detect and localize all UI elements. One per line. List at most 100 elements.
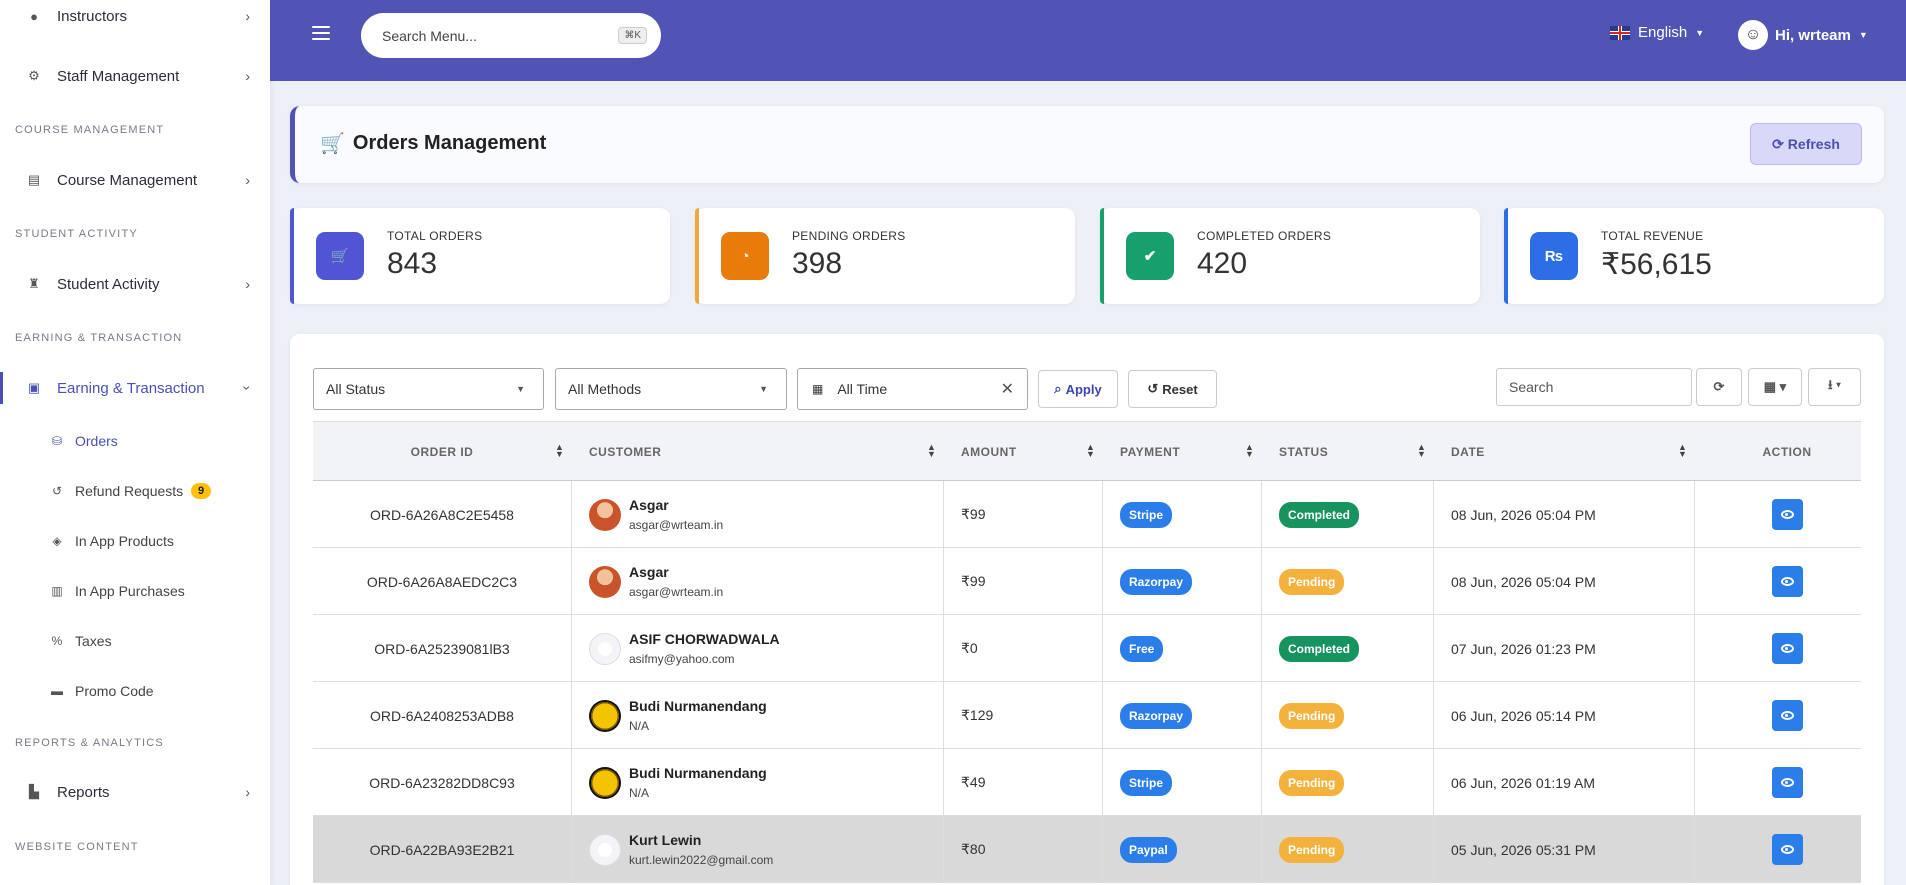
table-refresh-button[interactable]: ⟳ [1696, 368, 1742, 406]
sidebar-subitem-orders[interactable]: ⛁ Orders [0, 423, 270, 459]
sidebar-subitem-in-app-purchases[interactable]: ▥ In App Purchases [0, 573, 270, 609]
sidebar-subitem-label: Taxes [75, 633, 112, 649]
col-order-id[interactable]: ORDER ID [313, 422, 571, 482]
sidebar: ● Instructors › ⚙ Staff Management › COU… [0, 0, 270, 885]
box-icon: ◈ [52, 534, 62, 548]
sort-icon: ▲ ▼ [1245, 442, 1254, 459]
view-button[interactable] [1771, 633, 1803, 664]
caret-down-icon: ▼ [516, 384, 525, 394]
col-date[interactable]: DATE [1451, 422, 1485, 482]
action-cell [1713, 816, 1861, 883]
view-button[interactable] [1771, 700, 1803, 731]
hamburger-menu-icon[interactable] [312, 26, 330, 40]
action-cell [1713, 548, 1861, 615]
sidebar-subitem-label: In App Purchases [75, 583, 185, 599]
calendar-icon: ▦ [812, 382, 824, 396]
customer-cell: Asgar asgar@wrteam.in [589, 481, 929, 548]
table-row[interactable]: ORD-6A26A8C2E5458 Asgar asgar@wrteam.in ₹99… [313, 481, 1861, 548]
view-button[interactable] [1771, 566, 1803, 597]
page-title: Orders Management [352, 132, 547, 154]
status-cell: Completed [1279, 481, 1360, 548]
col-status[interactable]: STATUS [1279, 422, 1328, 482]
payment-cell: Paypal [1120, 816, 1177, 883]
order-id: ORD-6A26A8AEDC2C3 [366, 573, 518, 590]
apply-button[interactable]: ⌕ Apply [1038, 370, 1118, 408]
customer-cell: ASIF CHORWADWALA asifmy@yahoo.com [589, 615, 929, 682]
sidebar-item-reports[interactable]: ▙ Reports › [0, 772, 270, 812]
stat-label: PENDING ORDERS [792, 229, 906, 243]
export-button[interactable]: ⭳ ▾ [1808, 368, 1861, 406]
method-filter-value: All Methods [568, 381, 642, 397]
amount: ₹129 [961, 707, 994, 723]
sidebar-item-label: Staff Management [57, 67, 180, 85]
sidebar-item-course-management[interactable]: ▤ Course Management › [0, 160, 270, 200]
stat-label: TOTAL REVENUE [1601, 229, 1704, 243]
search-menu-input[interactable]: Search Menu... ⌘K [361, 13, 661, 58]
avatar: ☺ [1738, 20, 1768, 50]
avatar [589, 565, 621, 598]
view-button[interactable] [1771, 499, 1803, 530]
view-button[interactable] [1771, 834, 1803, 865]
order-date: 08 Jun, 2026 05:04 PM [1451, 573, 1596, 590]
col-amount[interactable]: AMOUNT [961, 422, 1017, 482]
status-badge: Pending [1279, 702, 1345, 729]
clear-icon[interactable]: ✕ [1001, 379, 1014, 399]
amount: ₹99 [961, 573, 986, 589]
sidebar-subitem-promo-code[interactable]: ▬ Promo Code [0, 673, 270, 709]
table-row[interactable]: ORD-6A26A8AEDC2C3 Asgar asgar@wrteam.in ₹99… [313, 548, 1861, 615]
amount: ₹0 [961, 640, 978, 656]
table-row[interactable]: ORD-6A25239081lB3 ASIF CHORWADWALA asifmy@… [313, 615, 1861, 682]
reset-button[interactable]: ↺ Reset [1128, 370, 1217, 408]
sidebar-item-student-activity[interactable]: ♜ Student Activity › [0, 264, 270, 304]
stat-value: 398 [792, 247, 843, 280]
payment-badge: Stripe [1120, 769, 1173, 796]
customer-name: Asgar [629, 497, 669, 513]
payment-badge: Razorpay [1120, 702, 1193, 729]
sidebar-subitem-taxes[interactable]: % Taxes [0, 623, 270, 659]
order-date: 06 Jun, 2026 01:19 AM [1451, 774, 1595, 791]
sidebar-subitem-label: Promo Code [75, 683, 154, 699]
apply-label: Apply [1065, 381, 1102, 397]
sort-icon: ▲ ▼ [555, 442, 564, 459]
clock-icon: ◔ [721, 232, 769, 280]
refresh-button[interactable]: ⟳ Refresh [1750, 123, 1862, 165]
sidebar-item-label: Student Activity [57, 275, 160, 293]
col-customer[interactable]: CUSTOMER [589, 422, 661, 482]
order-id: ORD-6A22BA93E2B21 [369, 841, 515, 858]
sidebar-section-earning: EARNING & TRANSACTION [15, 332, 183, 344]
eye-icon [1780, 778, 1794, 787]
col-payment[interactable]: PAYMENT [1120, 422, 1180, 482]
sidebar-item-instructors[interactable]: ● Instructors › [0, 0, 270, 36]
sidebar-subitem-label: In App Products [75, 533, 174, 549]
language-selector[interactable]: English ▼ [1610, 24, 1704, 41]
table-row[interactable]: ORD-6A23282DD8C93 Budi Nurmanendang N/A ₹49… [313, 749, 1861, 816]
sidebar-item-earning-transaction[interactable]: ▣ Earning & Transaction › [0, 368, 270, 408]
activity-icon: ♜ [28, 276, 40, 291]
order-date: 07 Jun, 2026 01:23 PM [1451, 640, 1596, 657]
table-row[interactable]: ORD-6A2408253ADB8 Budi Nurmanendang N/A ₹12… [313, 682, 1861, 749]
table-row[interactable]: ORD-6A22BA93E2B21 Kurt Lewin kurt.lewin202… [313, 816, 1861, 883]
eye-icon [1780, 845, 1794, 854]
view-button[interactable] [1771, 767, 1803, 798]
date-range-input[interactable]: ▦ All Time ✕ [797, 368, 1028, 410]
col-label: CUSTOMER [589, 445, 662, 459]
sidebar-item-staff-management[interactable]: ⚙ Staff Management › [0, 56, 270, 96]
method-filter-select[interactable]: All Methods ▼ [555, 368, 787, 410]
table-search-input[interactable]: Search [1496, 368, 1692, 406]
status-filter-select[interactable]: All Status ▼ [313, 368, 544, 410]
columns-toggle-button[interactable]: ▦ ▾ [1748, 368, 1802, 406]
order-id: ORD-6A23282DD8C93 [369, 774, 515, 791]
avatar [589, 632, 621, 665]
amount: ₹49 [961, 774, 986, 790]
sidebar-subitem-in-app-products[interactable]: ◈ In App Products [0, 523, 270, 559]
user-menu[interactable]: ☺ Hi, wrteam ▼ [1738, 20, 1868, 50]
payment-badge: Free [1120, 635, 1164, 662]
customer-name: ASIF CHORWADWALA [629, 631, 780, 647]
sort-icon: ▲ ▼ [1417, 442, 1426, 459]
reset-label: Reset [1162, 381, 1198, 397]
avatar [589, 833, 621, 866]
customer-name: Budi Nurmanendang [629, 765, 767, 781]
order-date: 08 Jun, 2026 05:04 PM [1451, 506, 1596, 523]
sidebar-subitem-refund-requests[interactable]: ↺ Refund Requests 9 [0, 473, 270, 509]
stat-label: TOTAL ORDERS [387, 229, 483, 243]
